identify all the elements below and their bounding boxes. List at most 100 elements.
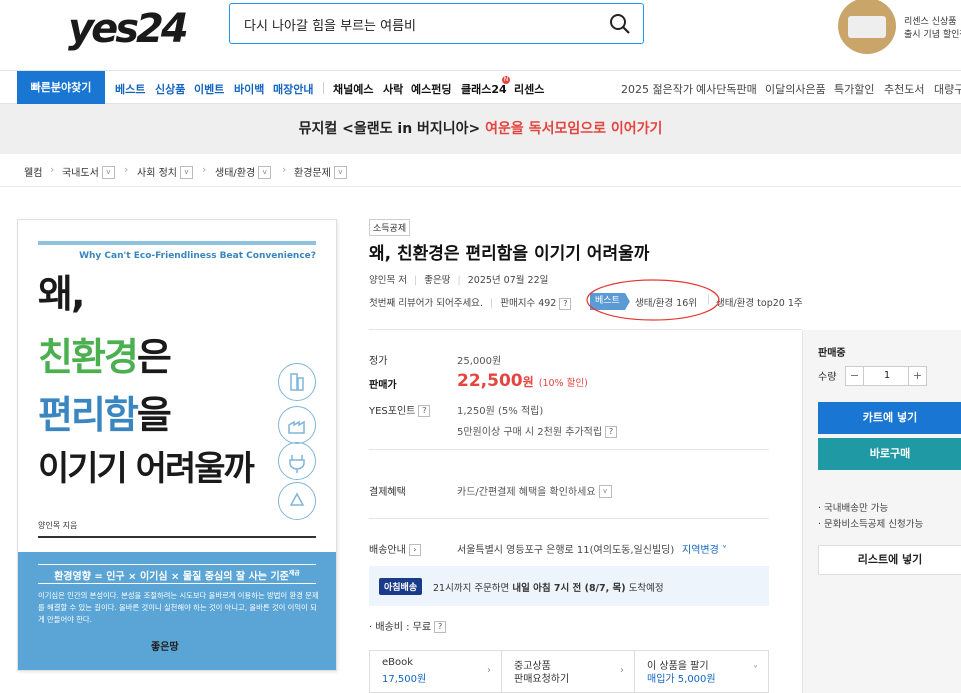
search-input[interactable]: 다시 나아갈 힘을 부르는 여름비 — [229, 3, 644, 44]
product-stats: 첫번째 리뷰어가 되어주세요. | 판매지수 492? — [369, 295, 572, 310]
shipping-address: 서울특별시 영등포구 은행로 11(여의도동,일신빌딩) — [457, 545, 675, 556]
shipping-fee: · 배송비 : 무료? — [369, 618, 447, 633]
morning-delivery-badge: 아침배송 — [379, 578, 423, 595]
payment-label: 결제혜택 — [369, 487, 406, 498]
book-cover[interactable]: Why Can't Eco-Friendliness Beat Convenie… — [17, 219, 337, 671]
sale-price-label: 판매가 — [369, 380, 397, 391]
nav-item-young-writer[interactable]: 2025 젊은작가 — [621, 81, 693, 97]
help-icon[interactable]: ? — [605, 426, 618, 438]
chevron-down-icon[interactable]: v — [333, 165, 347, 179]
nav-item-channel-yes[interactable]: 채널예스 — [333, 81, 373, 97]
quantity-label: 수량 — [818, 372, 837, 383]
breadcrumb-home[interactable]: 웰컴 — [24, 164, 42, 179]
search-query[interactable]: 다시 나아갈 힘을 부르는 여름비 — [244, 15, 416, 34]
quick-category-button[interactable]: 빠른분야찾기 — [17, 71, 105, 104]
point-extra: 5만원이상 구매 시 2천원 추가적립? — [457, 423, 618, 438]
tax-deduction-badge: 소득공제 — [369, 219, 411, 236]
chevron-right-icon: › — [124, 163, 129, 176]
add-to-list-button[interactable]: 리스트에 넣기 — [818, 545, 961, 575]
chevron-down-icon[interactable]: v — [258, 165, 272, 179]
nav-item-funding[interactable]: 예스펀딩 — [411, 81, 451, 97]
cover-title-line: 왜, — [38, 272, 85, 316]
nav-item-new[interactable]: 신상품 — [155, 81, 185, 97]
chevron-right-icon: › — [202, 163, 207, 176]
chevron-down-icon[interactable]: v — [101, 165, 115, 179]
factory-icon — [278, 406, 316, 444]
nav-item-exclusive[interactable]: 예사단독판매 — [696, 81, 757, 97]
chevron-right-icon: › — [620, 665, 624, 676]
ad-text: 리센스 신상품 — [904, 17, 957, 27]
breadcrumb-item[interactable]: 환경문제 v — [294, 164, 347, 180]
sale-price: 22,500 — [457, 371, 523, 391]
category-top20[interactable]: 생태/환경 top20 1주 — [716, 295, 803, 309]
nav-item-best[interactable]: 베스트 — [115, 81, 145, 97]
delivery-notice: 아침배송 21시까지 주문하면 내일 아침 7시 전 (8/7, 목) 도착예정 — [369, 566, 769, 606]
buy-now-button[interactable]: 바로구매 — [818, 438, 961, 470]
shipping-label: 배송안내 › — [369, 541, 421, 556]
quantity-input[interactable]: 1 — [864, 367, 910, 385]
nav-item-sale[interactable]: 특가할인 — [834, 81, 874, 97]
decrease-button[interactable]: − — [846, 367, 864, 385]
increase-button[interactable]: + — [908, 367, 926, 385]
search-icon[interactable] — [609, 13, 631, 35]
cover-rule — [38, 536, 316, 538]
cover-tagline: 환경영향 = 인구 × 이기심 × 물질 중심의 잘 사는 기준제곱 — [38, 564, 316, 584]
breadcrumb-item[interactable]: 생태/환경 v — [215, 164, 272, 180]
product-meta: 양인목 저 | 좋은땅 | 2025년 07월 22일 — [369, 275, 549, 286]
add-to-cart-button[interactable]: 카트에 넣기 — [818, 402, 961, 434]
plug-icon — [278, 442, 316, 480]
nav-item-event[interactable]: 이벤트 — [194, 81, 224, 97]
yes24-logo[interactable]: yes24 — [68, 6, 189, 52]
help-icon[interactable]: ? — [418, 405, 431, 417]
help-icon[interactable]: ? — [434, 621, 447, 633]
ad-banner[interactable]: 리센스 신상품 출시 기념 할인전 — [838, 0, 961, 56]
cover-author: 양인목 지음 — [38, 521, 78, 530]
author-link[interactable]: 양인목 저 — [369, 275, 407, 286]
chevron-down-icon: ˅ — [753, 665, 758, 676]
breadcrumb: 웰컴 › 국내도서 v › 사회 정치 v › 생태/환경 v › 환경문제 v — [0, 154, 961, 187]
recycle-icon — [278, 482, 316, 520]
chevron-right-icon: › — [50, 163, 55, 176]
breadcrumb-item[interactable]: 사회 정치 v — [137, 164, 193, 180]
review-prompt[interactable]: 첫번째 리뷰어가 되어주세요. — [369, 298, 483, 309]
payment-benefit[interactable]: 카드/간편결제 혜택을 확인하세요 v — [457, 483, 612, 499]
list-price: 25,000원 — [457, 356, 502, 367]
nav-item-license[interactable]: 리센스 — [514, 81, 544, 97]
cover-subtitle: Why Can't Eco-Friendliness Beat Convenie… — [79, 251, 316, 261]
header: yes24 다시 나아갈 힘을 부르는 여름비 리센스 신상품 출시 기념 할인… — [0, 0, 961, 70]
chevron-down-icon[interactable]: v — [179, 165, 193, 179]
divider — [369, 518, 769, 519]
help-icon[interactable]: ? — [559, 297, 572, 310]
nav-item-store[interactable]: 매장안내 — [273, 81, 313, 97]
divider — [369, 449, 769, 450]
chevron-right-icon[interactable]: › — [408, 544, 421, 556]
promo-banner[interactable]: 뮤지컬 <올랜도 in 버지니아> 여운을 독서모임으로 이어가기 — [0, 104, 961, 154]
delivery-text: 21시까지 주문하면 내일 아침 7시 전 (8/7, 목) 도착예정 — [433, 583, 664, 594]
breadcrumb-item[interactable]: 국내도서 v — [62, 164, 115, 180]
nav-item-class24[interactable]: 클래스24 — [461, 81, 507, 97]
nav-item-buyback[interactable]: 바이백 — [234, 81, 264, 97]
change-region-link[interactable]: 지역변경 ˅ — [682, 541, 727, 556]
chevron-down-icon[interactable]: v — [598, 484, 612, 498]
used-tab[interactable]: 중고상품 판매요청하기 › — [501, 650, 635, 693]
nav-item-gift[interactable]: 이달의사은품 — [765, 81, 826, 97]
point-value: 1,250원 (5% 적립) — [457, 406, 544, 417]
ebook-tab[interactable]: eBook 17,500원 › — [369, 650, 502, 693]
cover-title-line: 친환경은 — [38, 335, 172, 379]
cover-title-line: 편리함을 — [38, 393, 172, 437]
main-nav: 빠른분야찾기 베스트 신상품 이벤트 바이백 매장안내 채널예스 사락 예스펀딩… — [0, 70, 961, 104]
nav-item-recommend[interactable]: 추천도서 — [884, 81, 924, 97]
building-icon — [278, 363, 316, 401]
publisher-link[interactable]: 좋은땅 — [424, 275, 450, 286]
nav-item-sarak[interactable]: 사락 — [383, 81, 403, 97]
sales-index: 판매지수 492 — [500, 298, 557, 309]
highlight-ellipse — [586, 279, 720, 321]
quantity-stepper[interactable]: − 1 + — [845, 366, 927, 386]
list-price-label: 정가 — [369, 356, 388, 367]
divider — [369, 329, 802, 330]
nav-item-bulk[interactable]: 대량구매 — [934, 81, 961, 97]
sell-tab[interactable]: 이 상품을 팔기 매입가 5,000원 ˅ — [634, 650, 769, 693]
point-label: YES포인트? — [369, 402, 431, 417]
chevron-right-icon: › — [487, 665, 491, 676]
banner-title: 뮤지컬 <올랜도 in 버지니아> — [298, 121, 481, 137]
